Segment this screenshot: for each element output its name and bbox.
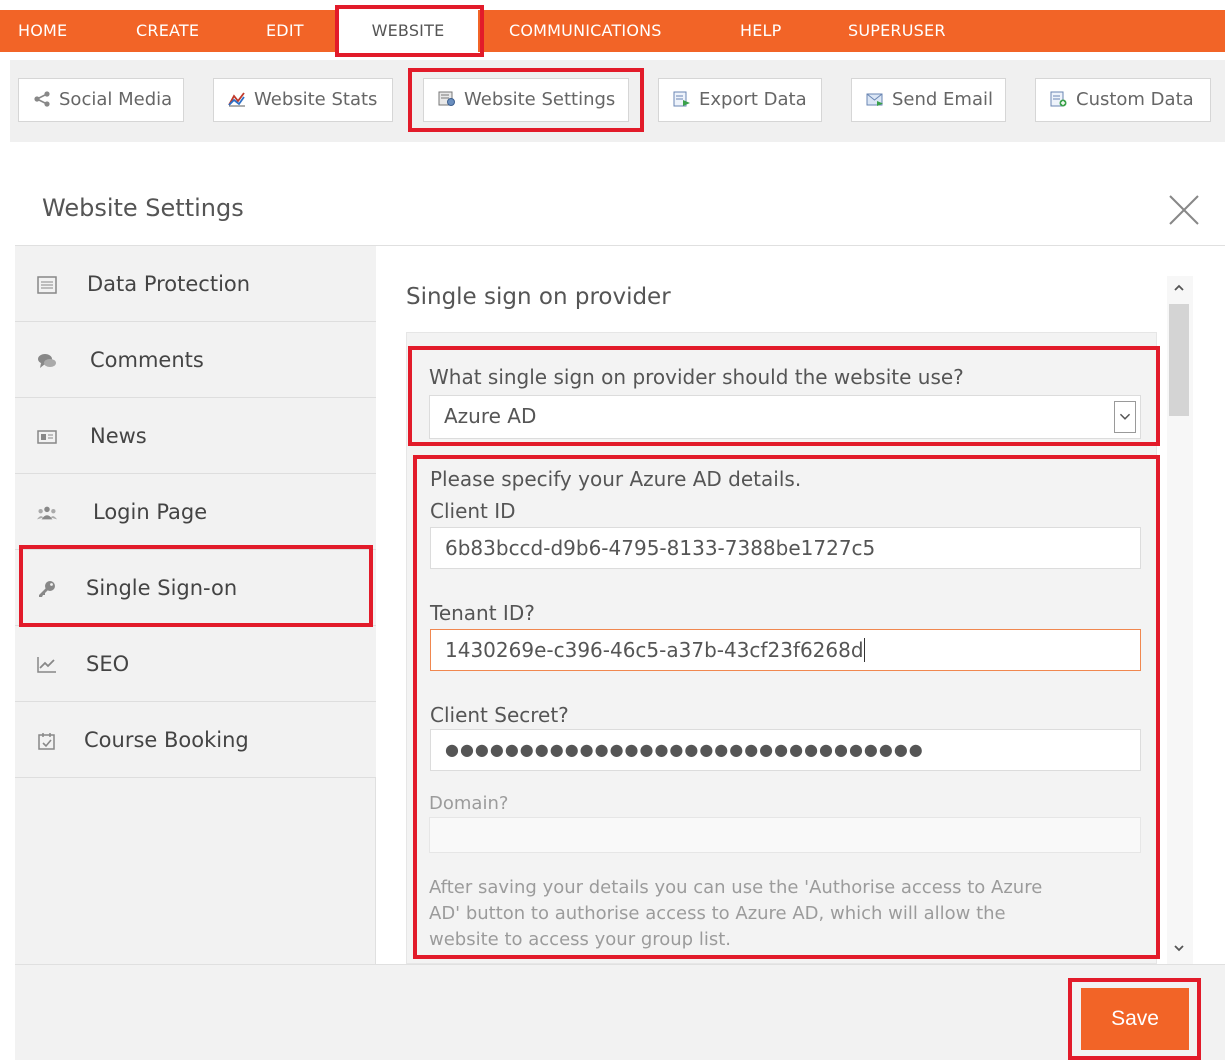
help-text-line: AD' button to authorise access to Azure … [429, 903, 1006, 924]
website-stats-label: Website Stats [254, 89, 378, 110]
key-icon [39, 581, 55, 597]
section-title: Single sign on provider [406, 284, 671, 310]
news-icon [37, 430, 57, 444]
sidebar-item-label: Course Booking [84, 728, 249, 752]
help-text: After saving your details you can use th… [429, 875, 1042, 953]
website-settings-label: Website Settings [464, 89, 616, 110]
scroll-up-icon[interactable] [1171, 280, 1187, 296]
export-icon [673, 91, 690, 107]
scroll-down-icon[interactable] [1171, 940, 1187, 956]
sidebar-item-data-protection[interactable]: Data Protection [15, 246, 376, 322]
nav-create[interactable]: CREATE [136, 10, 199, 52]
settings-page-icon [438, 91, 455, 106]
nav-website[interactable]: WEBSITE [338, 10, 478, 52]
custom-data-label: Custom Data [1076, 89, 1194, 110]
dialog-footer [15, 964, 1225, 1060]
client-id-label: Client ID [430, 499, 516, 523]
line-chart-icon [37, 657, 56, 673]
tenant-id-label: Tenant ID? [430, 601, 535, 625]
settings-content: Single sign on provider What single sign… [377, 246, 1167, 964]
sidebar-item-label: Login Page [93, 500, 208, 524]
sidebar-item-seo[interactable]: SEO [15, 626, 376, 702]
nav-home[interactable]: HOME [18, 10, 67, 52]
custom-data-icon [1050, 91, 1067, 107]
social-media-button[interactable]: Social Media [18, 78, 184, 122]
sidebar-item-course-booking[interactable]: Course Booking [15, 702, 376, 778]
nav-edit[interactable]: EDIT [266, 10, 304, 52]
client-id-input[interactable]: 6b83bccd-d9b6-4795-8133-7388be1727c5 [430, 527, 1141, 569]
users-icon [37, 506, 57, 520]
save-button[interactable]: Save [1081, 988, 1189, 1050]
website-settings-button[interactable]: Website Settings [423, 78, 629, 122]
sso-panel: What single sign on provider should the … [406, 332, 1157, 964]
export-data-label: Export Data [699, 89, 807, 110]
sidebar-item-label: Single Sign-on [86, 576, 238, 600]
sidebar-item-comments[interactable]: Comments [15, 322, 376, 398]
close-icon[interactable] [1166, 192, 1202, 228]
client-id-value: 6b83bccd-d9b6-4795-8133-7388be1727c5 [445, 536, 876, 560]
nav-help[interactable]: HELP [740, 10, 782, 52]
details-intro: Please specify your Azure AD details. [430, 467, 802, 491]
stats-icon [228, 92, 245, 107]
comments-icon [38, 354, 56, 368]
send-email-label: Send Email [892, 89, 993, 110]
sidebar-item-single-sign-on[interactable]: Single Sign-on [15, 550, 376, 626]
sidebar-item-label: Comments [90, 348, 204, 372]
export-data-button[interactable]: Export Data [658, 78, 822, 122]
list-icon [37, 276, 57, 294]
nav-communications[interactable]: COMMUNICATIONS [509, 10, 662, 52]
website-stats-button[interactable]: Website Stats [213, 78, 393, 122]
custom-data-button[interactable]: Custom Data [1035, 78, 1211, 122]
sidebar-item-label: Data Protection [87, 272, 251, 296]
sidebar-item-label: SEO [86, 652, 130, 676]
domain-input[interactable] [429, 817, 1141, 853]
provider-select[interactable]: Azure AD [429, 395, 1141, 439]
nav-superuser[interactable]: SUPERUSER [848, 10, 946, 52]
settings-sidebar: Data Protection Comments News Login Page… [15, 246, 376, 964]
share-icon [34, 91, 50, 107]
send-email-button[interactable]: Send Email [851, 78, 1006, 122]
sidebar-item-login-page[interactable]: Login Page [15, 474, 376, 550]
client-secret-label: Client Secret? [430, 703, 569, 727]
calendar-check-icon [38, 733, 55, 750]
tenant-id-value: 1430269e-c396-46c5-a37b-43cf23f6268d [445, 638, 864, 662]
text-caret [863, 638, 865, 662]
chevron-down-icon [1114, 401, 1136, 433]
client-secret-input[interactable]: ●●●●●●●●●●●●●●●●●●●●●●●●●●●●●●●● [430, 729, 1141, 771]
social-media-label: Social Media [59, 89, 173, 110]
sidebar-item-label: News [90, 424, 147, 448]
email-icon [866, 93, 883, 106]
content-scrollbar[interactable] [1167, 276, 1193, 964]
dialog-title: Website Settings [42, 194, 244, 222]
website-toolbar: Social Media Website Stats Website Setti… [10, 60, 1225, 142]
help-text-line: website to access your group list. [429, 929, 731, 950]
domain-label: Domain? [429, 793, 509, 814]
help-text-line: After saving your details you can use th… [429, 877, 1043, 898]
client-secret-value: ●●●●●●●●●●●●●●●●●●●●●●●●●●●●●●●● [445, 740, 924, 759]
provider-select-value: Azure AD [444, 404, 537, 428]
tenant-id-input[interactable]: 1430269e-c396-46c5-a37b-43cf23f6268d [430, 629, 1141, 671]
sidebar-item-news[interactable]: News [15, 398, 376, 474]
provider-question: What single sign on provider should the … [429, 365, 964, 389]
top-nav: HOME CREATE EDIT WEBSITE COMMUNICATIONS … [0, 10, 1225, 52]
scroll-thumb[interactable] [1169, 304, 1189, 416]
